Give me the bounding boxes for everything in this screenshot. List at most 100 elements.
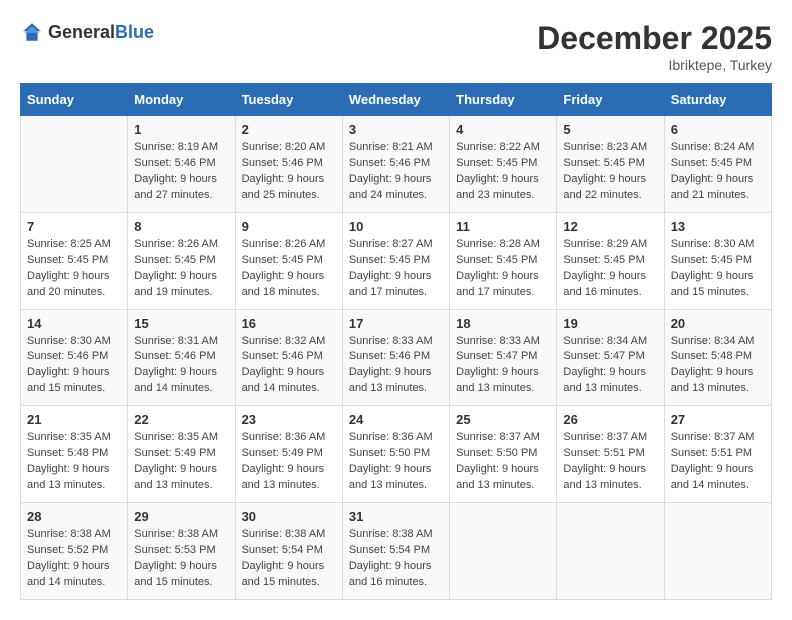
calendar-cell: 2Sunrise: 8:20 AM Sunset: 5:46 PM Daylig…: [235, 116, 342, 213]
day-info: Sunrise: 8:33 AM Sunset: 5:47 PM Dayligh…: [456, 334, 550, 398]
day-number: 17: [349, 316, 443, 331]
day-number: 25: [456, 412, 550, 427]
day-number: 13: [671, 219, 765, 234]
logo-blue: Blue: [115, 22, 154, 42]
day-number: 11: [456, 219, 550, 234]
day-info: Sunrise: 8:21 AM Sunset: 5:46 PM Dayligh…: [349, 140, 443, 204]
day-info: Sunrise: 8:19 AM Sunset: 5:46 PM Dayligh…: [134, 140, 228, 204]
day-info: Sunrise: 8:31 AM Sunset: 5:46 PM Dayligh…: [134, 334, 228, 398]
calendar-cell: 6Sunrise: 8:24 AM Sunset: 5:45 PM Daylig…: [664, 116, 771, 213]
calendar-week-row: 14 Sunrise: 8:30 AM Sunset: 5:46 PM Dayli…: [21, 309, 772, 406]
day-info: Sunrise: 8:22 AM Sunset: 5:45 PM Dayligh…: [456, 140, 550, 204]
calendar-cell: 10Sunrise: 8:27 AM Sunset: 5:45 PM Dayli…: [342, 212, 449, 309]
day-number: 14: [27, 316, 121, 331]
calendar-cell: 24Sunrise: 8:36 AM Sunset: 5:50 PM Dayli…: [342, 406, 449, 503]
day-info: Sunrise: 8:35 AM Sunset: 5:49 PM Dayligh…: [134, 430, 228, 494]
calendar-cell: [664, 503, 771, 600]
day-number: 26: [563, 412, 657, 427]
calendar-cell: 30 Sunrise: 8:38 AM Sunset: 5:54 PM Dayli…: [235, 503, 342, 600]
calendar-cell: 8 Sunrise: 8:26 AM Sunset: 5:45 PM Daylig…: [128, 212, 235, 309]
calendar-cell: 11 Sunrise: 8:28 AM Sunset: 5:45 PM Dayli…: [450, 212, 557, 309]
day-number: 22: [134, 412, 228, 427]
calendar-cell: 5 Sunrise: 8:23 AM Sunset: 5:45 PM Daylig…: [557, 116, 664, 213]
day-info: Sunrise: 8:33 AM Sunset: 5:46 PM Dayligh…: [349, 334, 443, 398]
calendar-cell: 15 Sunrise: 8:31 AM Sunset: 5:46 PM Dayli…: [128, 309, 235, 406]
logo-icon: [20, 20, 44, 44]
day-info: Sunrise: 8:30 AM Sunset: 5:46 PM Dayligh…: [27, 334, 121, 398]
calendar-cell: 26 Sunrise: 8:37 AM Sunset: 5:51 PM Dayli…: [557, 406, 664, 503]
day-info: Sunrise: 8:23 AM Sunset: 5:45 PM Dayligh…: [563, 140, 657, 204]
day-number: 15: [134, 316, 228, 331]
calendar-cell: [557, 503, 664, 600]
day-number: 7: [27, 219, 121, 234]
location-subtitle: Ibriktepe, Turkey: [537, 57, 772, 73]
calendar-cell: 25 Sunrise: 8:37 AM Sunset: 5:50 PM Dayli…: [450, 406, 557, 503]
day-info: Sunrise: 8:26 AM Sunset: 5:45 PM Dayligh…: [134, 237, 228, 301]
day-number: 19: [563, 316, 657, 331]
day-number: 24: [349, 412, 443, 427]
logo: GeneralBlue: [20, 20, 154, 44]
day-number: 5: [563, 122, 657, 137]
day-info: Sunrise: 8:38 AM Sunset: 5:53 PM Dayligh…: [134, 527, 228, 591]
calendar-cell: 9Sunrise: 8:26 AM Sunset: 5:45 PM Daylig…: [235, 212, 342, 309]
day-info: Sunrise: 8:37 AM Sunset: 5:50 PM Dayligh…: [456, 430, 550, 494]
day-number: 20: [671, 316, 765, 331]
day-info: Sunrise: 8:34 AM Sunset: 5:48 PM Dayligh…: [671, 334, 765, 398]
day-info: Sunrise: 8:38 AM Sunset: 5:54 PM Dayligh…: [242, 527, 336, 591]
calendar-cell: 23 Sunrise: 8:36 AM Sunset: 5:49 PM Dayli…: [235, 406, 342, 503]
calendar-cell: [450, 503, 557, 600]
calendar-cell: 27 Sunrise: 8:37 AM Sunset: 5:51 PM Dayli…: [664, 406, 771, 503]
calendar-cell: 21Sunrise: 8:35 AM Sunset: 5:48 PM Dayli…: [21, 406, 128, 503]
calendar-cell: [21, 116, 128, 213]
logo-general: General: [48, 22, 115, 42]
header-sunday: Sunday: [21, 84, 128, 116]
header-wednesday: Wednesday: [342, 84, 449, 116]
day-info: Sunrise: 8:26 AM Sunset: 5:45 PM Dayligh…: [242, 237, 336, 301]
calendar-cell: 17 Sunrise: 8:33 AM Sunset: 5:46 PM Dayli…: [342, 309, 449, 406]
calendar-cell: 31Sunrise: 8:38 AM Sunset: 5:54 PM Dayli…: [342, 503, 449, 600]
day-number: 27: [671, 412, 765, 427]
calendar-cell: 13Sunrise: 8:30 AM Sunset: 5:45 PM Dayli…: [664, 212, 771, 309]
day-info: Sunrise: 8:27 AM Sunset: 5:45 PM Dayligh…: [349, 237, 443, 301]
calendar-week-row: 1 Sunrise: 8:19 AM Sunset: 5:46 PM Daylig…: [21, 116, 772, 213]
day-number: 6: [671, 122, 765, 137]
calendar-cell: 4Sunrise: 8:22 AM Sunset: 5:45 PM Daylig…: [450, 116, 557, 213]
calendar-cell: 28Sunrise: 8:38 AM Sunset: 5:52 PM Dayli…: [21, 503, 128, 600]
calendar-cell: 3Sunrise: 8:21 AM Sunset: 5:46 PM Daylig…: [342, 116, 449, 213]
day-number: 29: [134, 509, 228, 524]
calendar-cell: 22 Sunrise: 8:35 AM Sunset: 5:49 PM Dayli…: [128, 406, 235, 503]
day-number: 16: [242, 316, 336, 331]
header-thursday: Thursday: [450, 84, 557, 116]
calendar-cell: 12Sunrise: 8:29 AM Sunset: 5:45 PM Dayli…: [557, 212, 664, 309]
calendar-table: Sunday Monday Tuesday Wednesday Thursday…: [20, 83, 772, 600]
calendar-header-row: Sunday Monday Tuesday Wednesday Thursday…: [21, 84, 772, 116]
month-title: December 2025: [537, 20, 772, 57]
calendar-cell: 20 Sunrise: 8:34 AM Sunset: 5:48 PM Dayli…: [664, 309, 771, 406]
calendar-cell: 1 Sunrise: 8:19 AM Sunset: 5:46 PM Daylig…: [128, 116, 235, 213]
calendar-cell: 14 Sunrise: 8:30 AM Sunset: 5:46 PM Dayli…: [21, 309, 128, 406]
calendar-week-row: 28Sunrise: 8:38 AM Sunset: 5:52 PM Dayli…: [21, 503, 772, 600]
day-info: Sunrise: 8:37 AM Sunset: 5:51 PM Dayligh…: [671, 430, 765, 494]
calendar-cell: 19 Sunrise: 8:34 AM Sunset: 5:47 PM Dayli…: [557, 309, 664, 406]
day-number: 8: [134, 219, 228, 234]
calendar-cell: 18 Sunrise: 8:33 AM Sunset: 5:47 PM Dayli…: [450, 309, 557, 406]
day-info: Sunrise: 8:34 AM Sunset: 5:47 PM Dayligh…: [563, 334, 657, 398]
day-number: 23: [242, 412, 336, 427]
calendar-cell: 7 Sunrise: 8:25 AM Sunset: 5:45 PM Daylig…: [21, 212, 128, 309]
day-number: 21: [27, 412, 121, 427]
header-monday: Monday: [128, 84, 235, 116]
day-info: Sunrise: 8:25 AM Sunset: 5:45 PM Dayligh…: [27, 237, 121, 301]
day-number: 30: [242, 509, 336, 524]
day-info: Sunrise: 8:28 AM Sunset: 5:45 PM Dayligh…: [456, 237, 550, 301]
day-info: Sunrise: 8:38 AM Sunset: 5:54 PM Dayligh…: [349, 527, 443, 591]
day-info: Sunrise: 8:36 AM Sunset: 5:49 PM Dayligh…: [242, 430, 336, 494]
calendar-cell: 29 Sunrise: 8:38 AM Sunset: 5:53 PM Dayli…: [128, 503, 235, 600]
day-number: 1: [134, 122, 228, 137]
day-number: 18: [456, 316, 550, 331]
title-block: December 2025 Ibriktepe, Turkey: [537, 20, 772, 73]
day-info: Sunrise: 8:32 AM Sunset: 5:46 PM Dayligh…: [242, 334, 336, 398]
calendar-week-row: 7 Sunrise: 8:25 AM Sunset: 5:45 PM Daylig…: [21, 212, 772, 309]
header-friday: Friday: [557, 84, 664, 116]
header-saturday: Saturday: [664, 84, 771, 116]
day-info: Sunrise: 8:37 AM Sunset: 5:51 PM Dayligh…: [563, 430, 657, 494]
